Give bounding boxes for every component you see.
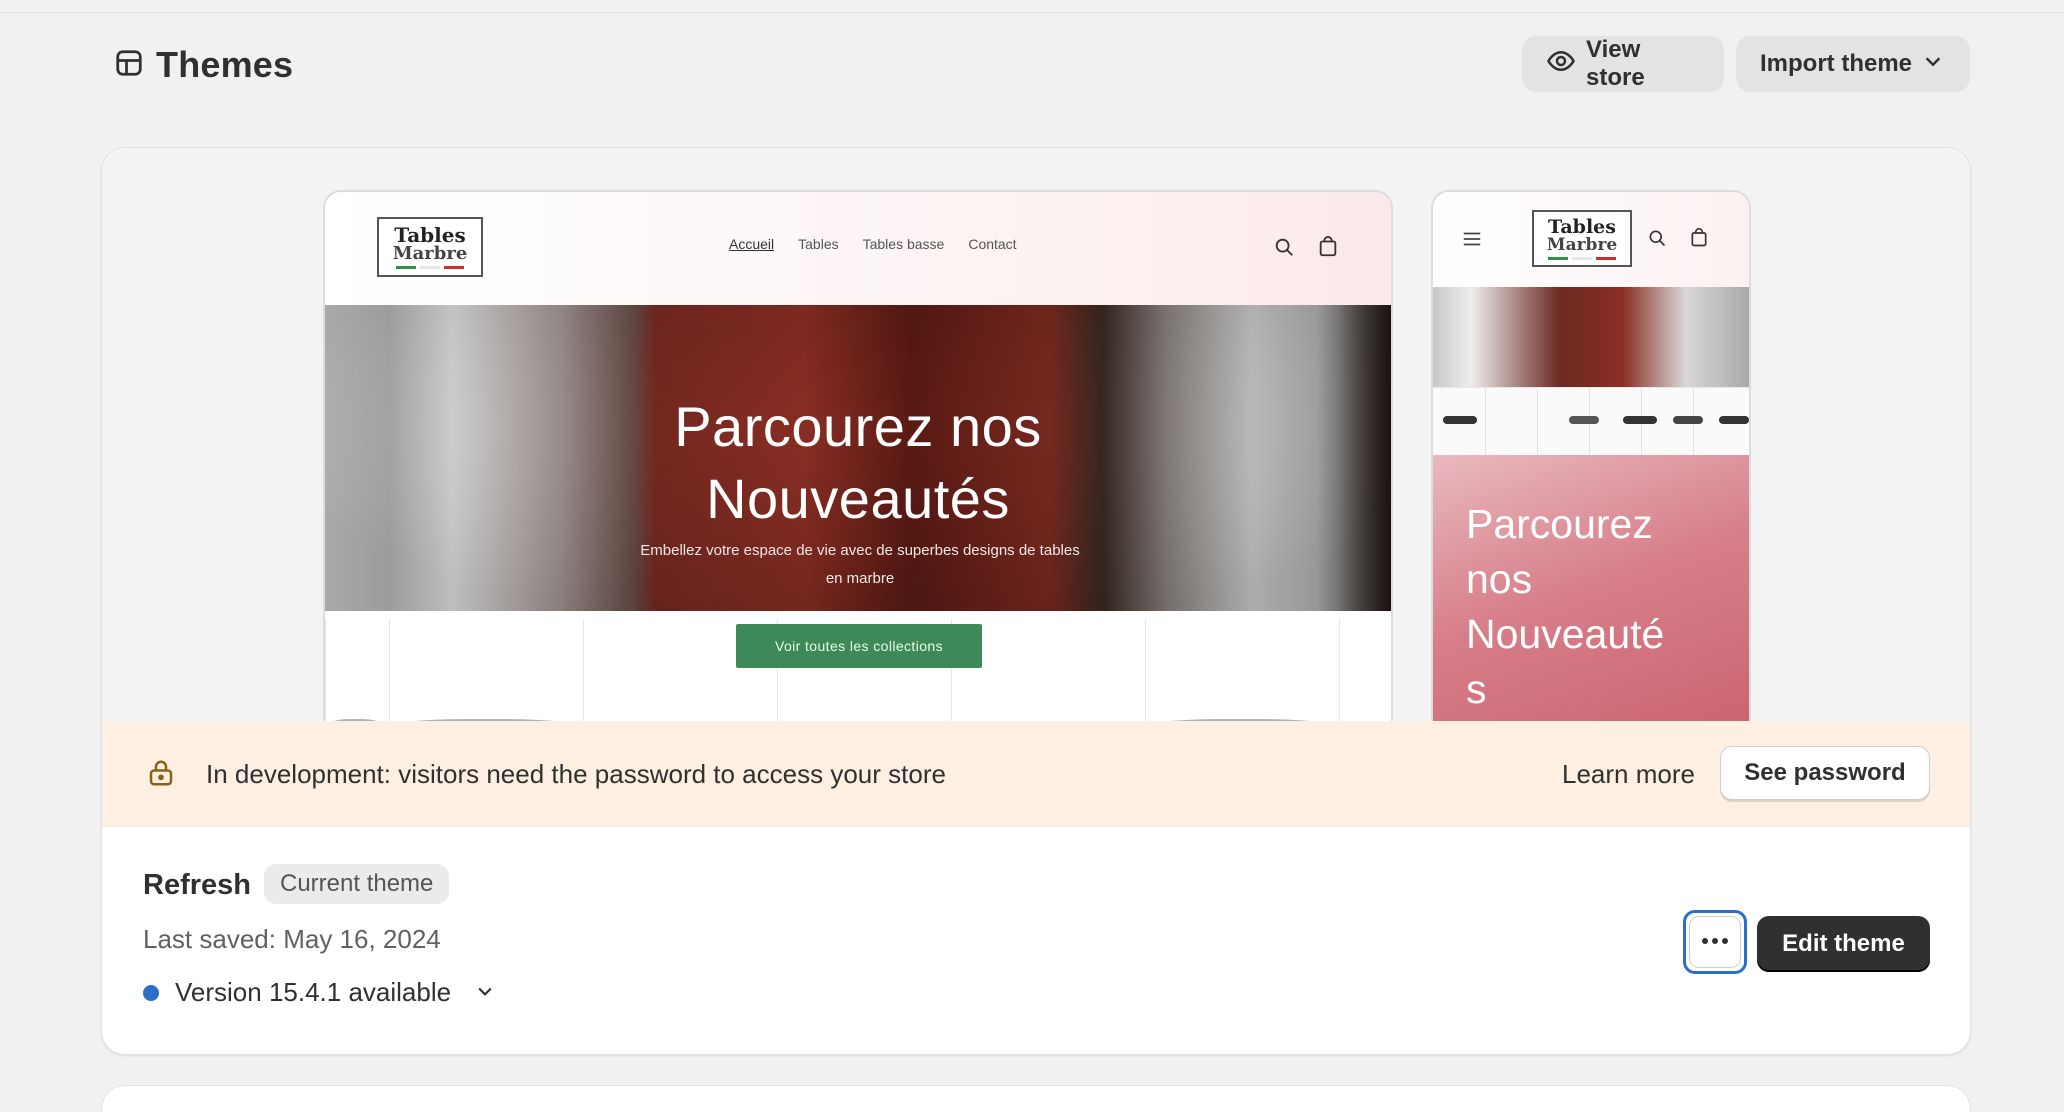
hero-title: Parcourez nos Nouveautés [325, 391, 1391, 535]
hero-title-line-1: Parcourez nos [674, 395, 1042, 458]
hero-title-line-2: Nouveautés [706, 467, 1010, 530]
import-theme-button[interactable]: Import theme [1736, 36, 1970, 92]
title-wrap: Themes [114, 44, 293, 86]
desktop-preview-nav: Tables Marbre Accueil Tables Tables bass… [325, 192, 1391, 305]
flag-stripe [1548, 256, 1616, 260]
last-saved: Last saved: May 16, 2024 [143, 924, 441, 954]
theme-icon [114, 48, 144, 83]
mobile-product-strip [1433, 387, 1749, 456]
flag-stripe [396, 266, 464, 269]
top-divider [0, 12, 2064, 13]
logo-line-1: Tables [1548, 215, 1616, 238]
nav-link-tables: Tables [798, 236, 839, 252]
mobile-nav-icons [1647, 228, 1709, 253]
mobile-hero-image [1433, 287, 1749, 387]
desktop-nav-icons [1273, 236, 1339, 263]
theme-name: Refresh [143, 869, 251, 901]
view-store-button[interactable]: View store [1522, 36, 1724, 92]
product-tile [1339, 619, 1391, 721]
logo-line-2: Marbre [1546, 234, 1618, 255]
mobile-preview: Tables Marbre Parcourez nos Nouveauté s [1431, 190, 1751, 721]
nav-link-accueil: Accueil [729, 236, 775, 252]
current-theme-badge: Current theme [264, 864, 450, 904]
mobile-preview-nav: Tables Marbre [1433, 192, 1749, 287]
version-available-toggle[interactable]: Version 15.4.1 available [143, 977, 495, 1008]
page-header: Themes View store Import theme [114, 36, 1970, 92]
search-icon [1647, 228, 1667, 253]
view-collections-button: Voir toutes les collections [736, 624, 982, 668]
learn-more-link[interactable]: Learn more [1562, 759, 1695, 790]
nav-link-tables-basse: Tables basse [862, 236, 945, 252]
product-tile [1145, 619, 1335, 721]
store-logo: Tables Marbre [1532, 210, 1632, 267]
more-actions-inner [1689, 916, 1741, 968]
desktop-hero: Parcourez nos Nouveautés Embellez votre … [325, 305, 1391, 611]
nav-link-contact: Contact [968, 236, 1017, 252]
next-card [101, 1085, 1971, 1112]
import-theme-label: Import theme [1760, 50, 1913, 77]
lock-icon [146, 758, 176, 788]
eye-icon [1546, 46, 1576, 83]
product-tile [325, 619, 385, 721]
more-horizontal-icon [1700, 933, 1730, 951]
theme-preview[interactable]: Tables Marbre Accueil Tables Tables bass… [102, 148, 1970, 721]
product-tile [389, 619, 579, 721]
chevron-down-icon [1922, 50, 1944, 79]
logo-line-2: Marbre [392, 243, 468, 264]
current-theme-card: Tables Marbre Accueil Tables Tables bass… [101, 147, 1971, 1055]
mobile-hero-title: Parcourez nos Nouveauté s [1466, 501, 1665, 712]
search-icon [1273, 236, 1295, 263]
cart-icon [1689, 228, 1709, 253]
page-title: Themes [156, 44, 294, 85]
mobile-hero-panel: Parcourez nos Nouveauté s [1433, 455, 1749, 721]
hero-subtitle: Embellez votre espace de vie avec de sup… [640, 542, 1080, 587]
see-password-button[interactable]: See password [1720, 746, 1930, 800]
version-label: Version 15.4.1 available [175, 977, 452, 1007]
banner-message: In development: visitors need the passwo… [206, 759, 946, 789]
password-banner: In development: visitors need the passwo… [102, 721, 1970, 827]
desktop-nav-links: Accueil Tables Tables basse Contact [729, 236, 1017, 252]
edit-theme-button[interactable]: Edit theme [1757, 916, 1930, 972]
desktop-preview: Tables Marbre Accueil Tables Tables bass… [323, 190, 1393, 721]
menu-icon [1461, 228, 1483, 250]
view-store-label: View store [1586, 36, 1645, 91]
logo-line-1: Tables [394, 223, 466, 247]
status-dot [143, 984, 159, 1001]
chevron-down-icon [467, 977, 495, 1008]
store-logo: Tables Marbre [377, 217, 483, 277]
cart-icon [1317, 236, 1339, 263]
more-actions-button[interactable] [1683, 910, 1747, 974]
